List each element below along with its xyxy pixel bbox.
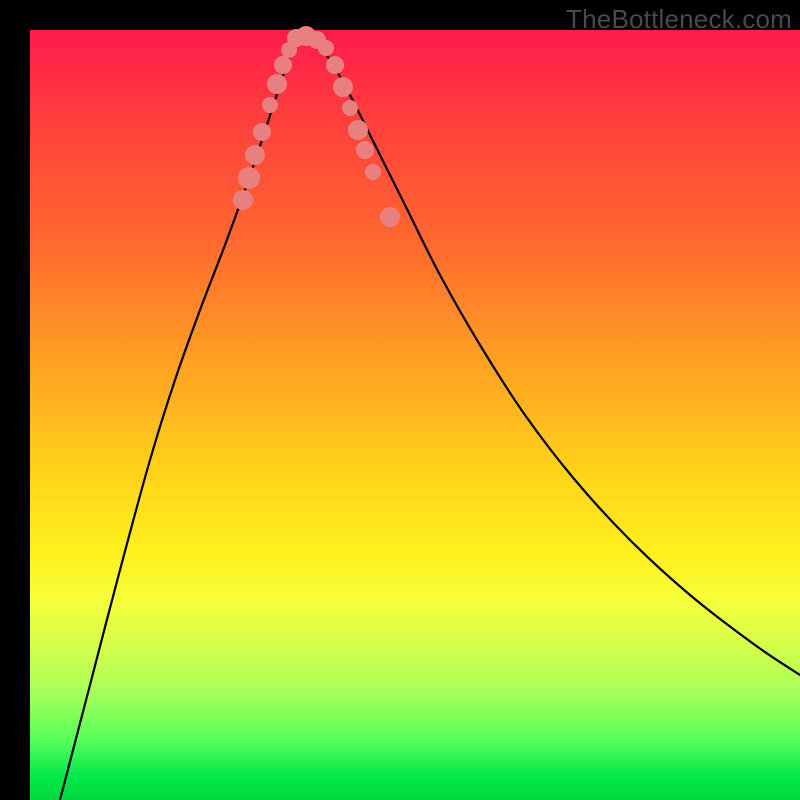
bottleneck-curve [60, 35, 800, 800]
watermark-text: TheBottleneck.com [566, 4, 792, 35]
data-marker [274, 56, 292, 74]
data-marker [238, 167, 260, 189]
data-marker [348, 120, 368, 140]
data-marker [245, 145, 265, 165]
data-marker [380, 207, 400, 227]
data-marker [326, 56, 344, 74]
data-marker [267, 74, 287, 94]
data-marker [318, 40, 334, 56]
data-marker [356, 141, 374, 159]
plot-area [30, 30, 800, 800]
data-marker [365, 164, 381, 180]
curve-svg [30, 30, 800, 800]
data-marker [342, 100, 358, 116]
data-marker [262, 97, 278, 113]
chart-frame: TheBottleneck.com [0, 0, 800, 800]
data-marker [253, 123, 271, 141]
data-marker [233, 190, 253, 210]
data-marker [333, 77, 353, 97]
data-markers [233, 26, 400, 227]
